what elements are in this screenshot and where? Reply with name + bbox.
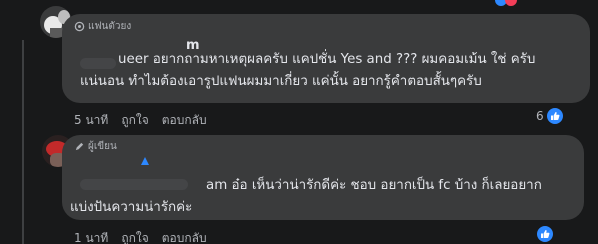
medal-icon	[74, 21, 85, 32]
comment-line: am อ๋อ เห็นว่าน่ารักดีค่ะ ชอบ อยากเป็น f…	[206, 178, 542, 193]
badge-label: ผู้เขียน	[88, 141, 117, 152]
comment-bubble: ผู้เขียน am อ๋อ เห็นว่าน่ารักดีค่ะ ชอบ อ…	[62, 135, 584, 220]
previous-comment-cutoff	[0, 0, 598, 8]
badge-label: แฟนตัวยง	[88, 21, 132, 32]
comment-actions: 5 นาที ถูกใจ ตอบกลับ	[74, 111, 207, 130]
reaction-count: 6	[536, 109, 544, 123]
comment-actions: 1 นาที ถูกใจ ตอบกลับ	[74, 229, 207, 244]
comment-line: แน่นอน ทำไมต้องเอารูปแฟนผมมาเกี่ยว แค่นั…	[80, 74, 482, 89]
comment-timestamp[interactable]: 5 นาที	[74, 111, 108, 130]
author-badge[interactable]: ผู้เขียน	[74, 139, 117, 154]
comment-line: ueer อยากถามหาเหตุผลครับ แคปชั่น Yes and…	[118, 52, 536, 67]
reaction-summary[interactable]: 6	[536, 108, 563, 124]
comment-line: แบ่งปันความน่ารักค่ะ	[70, 200, 193, 215]
comment-text: ueer อยากถามหาเหตุผลครับ แคปชั่น Yes and…	[80, 49, 535, 93]
reply-thread-line	[22, 40, 24, 244]
reaction-summary[interactable]	[537, 226, 553, 242]
verified-icon	[141, 157, 149, 165]
top-fan-badge[interactable]: แฟนตัวยง	[74, 19, 131, 34]
reply-button[interactable]: ตอบกลับ	[162, 229, 207, 244]
like-icon	[546, 108, 563, 124]
previous-reactions	[495, 0, 525, 6]
comment-text: am อ๋อ เห็นว่าน่ารักดีค่ะ ชอบ อยากเป็น f…	[70, 175, 542, 219]
comment-bubble: แฟนตัวยง m ueer อยากถามหาเหตุผลครับ แคปช…	[62, 14, 590, 103]
like-icon	[537, 226, 553, 242]
comment-timestamp[interactable]: 1 นาที	[74, 229, 108, 244]
reply-button[interactable]: ตอบกลับ	[162, 111, 207, 130]
like-button[interactable]: ถูกใจ	[121, 229, 148, 244]
like-button[interactable]: ถูกใจ	[121, 111, 148, 130]
pencil-icon	[75, 142, 84, 151]
